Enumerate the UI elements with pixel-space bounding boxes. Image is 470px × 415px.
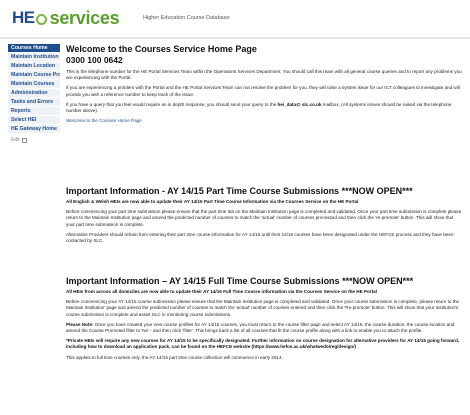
sidebar-item-maintain-course-profile[interactable]: Maintain Course Profile [8,71,60,80]
full-time-paragraph-1: Before commencing your AY 14/15 course s… [66,299,460,317]
pencil-icon [21,137,27,143]
part-time-paragraph-1: Before commencing your part time submiss… [66,209,462,227]
main-content: Welcome to the Courses Service Home Page… [66,44,462,123]
part-time-heading: Important Information - AY 14/15 Part Ti… [66,186,413,196]
full-time-heading: Important Information – AY 14/15 Full Ti… [66,276,414,286]
sidebar-item-select-hei[interactable]: Select HEI [8,116,60,125]
logo-he-text: HE [12,8,35,27]
part-time-lead: All English & Welsh HEIs are now able to… [66,199,359,204]
full-time-section: Important Information – AY 14/15 Full Ti… [66,276,462,365]
sidebar-nav: Courses Home Maintain Institution Mainta… [8,44,60,143]
full-time-paragraph-4: This applies to full time courses only, … [66,354,283,360]
sidebar-item-administration[interactable]: Administration [8,89,60,98]
courses-home-link[interactable]: Welcome to the Courses Home Page [66,118,462,123]
please-note-text: Once you have created your new course pr… [66,321,455,334]
site-header: HE services Higher Education Course Data… [0,0,470,38]
edit-link[interactable]: Edit [8,137,60,143]
full-time-lead: All HEIs from across all domiciles are n… [66,289,377,294]
logo-services-text: services [49,7,120,28]
intro-paragraph-1: This is the telephone number for the HE … [66,69,462,81]
full-time-paragraph-2: Please Note: Once you have created your … [66,322,462,334]
sidebar-item-he-gateway-home[interactable]: HE Gateway Home [8,125,60,134]
part-time-paragraph-2: Alternative Providers should refrain fro… [66,231,454,244]
email-address[interactable]: hei_data@ slc.co.uk [277,102,321,107]
full-time-paragraph-3: *Private HEIs will require any new cours… [66,338,460,350]
site-subtitle: Higher Education Course Database [143,15,230,21]
intro-paragraph-3: If you have a query that you feel would … [66,102,462,114]
sidebar-item-courses-home[interactable]: Courses Home [8,44,60,53]
sidebar-item-maintain-institution[interactable]: Maintain Institution [8,53,60,62]
sidebar-item-tasks-and-errors[interactable]: Tasks and Errors [8,98,60,107]
intro-paragraph-2: If you are experiencing a problem with t… [66,85,460,97]
edit-label: Edit [11,137,20,143]
sidebar-item-reports[interactable]: Reports [8,107,60,116]
intro-p3-pre: If you have a query that you feel would … [66,101,278,107]
phone-number: 0300 100 0642 [66,55,123,65]
logo-ring-icon [35,13,47,25]
page-title: Welcome to the Courses Service Home Page [66,44,257,54]
part-time-section: Important Information - AY 14/15 Part Ti… [66,186,462,248]
please-note-label: Please Note: [66,321,94,327]
he-services-logo[interactable]: HE services [12,6,120,30]
sidebar-item-maintain-courses[interactable]: Maintain Courses [8,80,60,89]
sidebar-item-maintain-location[interactable]: Maintain Location [8,62,60,71]
header-divider [0,37,470,39]
